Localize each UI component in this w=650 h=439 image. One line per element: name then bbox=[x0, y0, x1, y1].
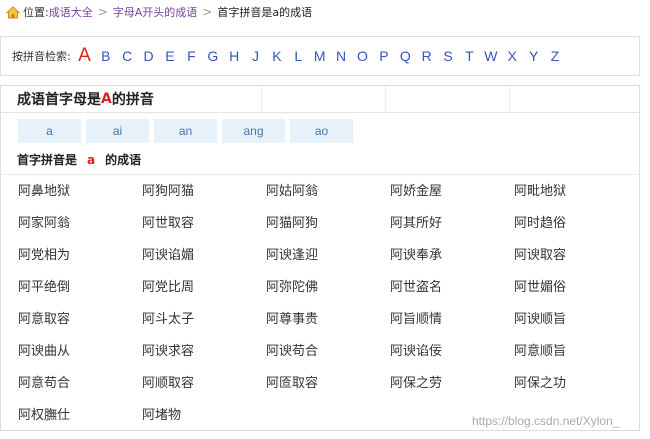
chevron-right-icon: > bbox=[97, 5, 108, 19]
letter-link-c[interactable]: C bbox=[117, 48, 138, 64]
breadcrumb-label: 位置: bbox=[23, 6, 49, 19]
letter-link-e[interactable]: E bbox=[159, 48, 180, 64]
letter-link-s[interactable]: S bbox=[437, 48, 458, 64]
panel-title-prefix: 成语首字母是 bbox=[17, 92, 101, 108]
idiom-link[interactable]: 阿世取容 bbox=[142, 215, 266, 247]
letter-link-t[interactable]: T bbox=[459, 48, 480, 64]
divider bbox=[1, 174, 639, 175]
idiom-link[interactable]: 阿猫阿狗 bbox=[266, 215, 390, 247]
title-divider bbox=[385, 86, 386, 112]
idiom-link[interactable]: 阿权膴仕 bbox=[18, 407, 142, 439]
letter-bar-label: 按拼音检索: bbox=[12, 50, 71, 63]
idiom-link[interactable]: 阿世盗名 bbox=[390, 279, 514, 311]
letter-link-z[interactable]: Z bbox=[544, 48, 565, 64]
idiom-link[interactable]: 阿顺取容 bbox=[142, 375, 266, 407]
breadcrumb-home-link[interactable]: 成语大全 bbox=[49, 4, 93, 20]
idiom-link[interactable]: 阿时趋俗 bbox=[514, 215, 624, 247]
breadcrumb-current: 首字拼音是a的成语 bbox=[217, 6, 313, 19]
letter-link-x[interactable]: X bbox=[502, 48, 523, 64]
breadcrumb: 位置: 成语大全 > 字母A开头的成语 > 首字拼音是a的成语 bbox=[6, 3, 312, 21]
section-heading-pinyin: a bbox=[87, 152, 96, 167]
idiom-link[interactable]: 阿狗阿猫 bbox=[142, 183, 266, 215]
idiom-link[interactable]: 阿谀苟合 bbox=[266, 343, 390, 375]
letter-link-a[interactable]: A bbox=[74, 45, 95, 67]
pinyin-tab-ao[interactable]: ao bbox=[290, 119, 353, 143]
panel-title: 成语首字母是 A 的拼音 bbox=[1, 86, 639, 113]
pinyin-tab-ai[interactable]: ai bbox=[86, 119, 149, 143]
idiom-link[interactable]: 阿保之劳 bbox=[390, 375, 514, 407]
breadcrumb-parent-link[interactable]: 字母A开头的成语 bbox=[113, 4, 198, 20]
letter-link-g[interactable]: G bbox=[202, 48, 223, 64]
idiom-link[interactable]: 阿娇金屋 bbox=[390, 183, 514, 215]
letter-link-d[interactable]: D bbox=[138, 48, 159, 64]
idiom-link[interactable]: 阿家阿翁 bbox=[18, 215, 142, 247]
section-heading-suffix: 的成语 bbox=[105, 153, 142, 167]
letter-link-n[interactable]: N bbox=[330, 48, 351, 64]
pinyin-tab-ang[interactable]: ang bbox=[222, 119, 285, 143]
letter-list: ABCDEFGHJKLMNOPQRSTWXYZ bbox=[74, 45, 566, 67]
idiom-panel: 成语首字母是 A 的拼音 a ai an ang ao 首字拼音是 a 的成语 阿鼻地狱 阿狗阿猫… bbox=[0, 85, 640, 431]
idiom-link[interactable]: 阿旨顺情 bbox=[390, 311, 514, 343]
idiom-link[interactable]: 阿弥陀佛 bbox=[266, 279, 390, 311]
letter-link-o[interactable]: O bbox=[352, 48, 373, 64]
idiom-grid: 阿鼻地狱 阿狗阿猫 阿姑阿翁 阿娇金屋 阿毗地狱阿家阿翁 阿世取容 阿猫阿狗 阿其所好 阿时趋俗… bbox=[18, 183, 624, 439]
idiom-link[interactable]: 阿谀取容 bbox=[514, 247, 624, 279]
idiom-link[interactable]: 阿谀求容 bbox=[142, 343, 266, 375]
letter-link-m[interactable]: M bbox=[309, 48, 330, 64]
letter-link-b[interactable]: B bbox=[95, 48, 116, 64]
idiom-link[interactable]: 阿谀奉承 bbox=[390, 247, 514, 279]
idiom-link[interactable]: 阿意苟合 bbox=[18, 375, 142, 407]
letter-link-h[interactable]: H bbox=[223, 48, 244, 64]
letter-link-q[interactable]: Q bbox=[395, 48, 416, 64]
letter-link-p[interactable]: P bbox=[373, 48, 394, 64]
letter-link-y[interactable]: Y bbox=[523, 48, 544, 64]
idiom-link[interactable]: 阿毗地狱 bbox=[514, 183, 624, 215]
idiom-link[interactable]: 阿谀顺旨 bbox=[514, 311, 624, 343]
idiom-link[interactable]: 阿世媚俗 bbox=[514, 279, 624, 311]
pinyin-letter-bar: 按拼音检索: ABCDEFGHJKLMNOPQRSTWXYZ bbox=[0, 36, 640, 76]
pinyin-tabs: a ai an ang ao bbox=[18, 119, 358, 143]
watermark: https://blog.csdn.net/Xylon_ bbox=[472, 414, 620, 428]
pinyin-tab-a[interactable]: a bbox=[18, 119, 81, 143]
letter-link-j[interactable]: J bbox=[245, 48, 266, 64]
chevron-right-icon: > bbox=[202, 5, 213, 19]
letter-link-l[interactable]: L bbox=[288, 48, 309, 64]
idiom-link[interactable]: 阿意取容 bbox=[18, 311, 142, 343]
letter-link-k[interactable]: K bbox=[266, 48, 287, 64]
panel-title-suffix: 的拼音 bbox=[111, 92, 154, 108]
idiom-link[interactable]: 阿谀曲从 bbox=[18, 343, 142, 375]
home-icon bbox=[6, 5, 20, 18]
idiom-link[interactable]: 阿谀谄媚 bbox=[142, 247, 266, 279]
idiom-link[interactable]: 阿党比周 bbox=[142, 279, 266, 311]
idiom-link[interactable]: 阿斗太子 bbox=[142, 311, 266, 343]
letter-link-f[interactable]: F bbox=[181, 48, 202, 64]
idiom-link[interactable]: 阿党相为 bbox=[18, 247, 142, 279]
idiom-link[interactable]: 阿谀谄佞 bbox=[390, 343, 514, 375]
idiom-link[interactable]: 阿谀逢迎 bbox=[266, 247, 390, 279]
idiom-link[interactable]: 阿平绝倒 bbox=[18, 279, 142, 311]
idiom-link[interactable]: 阿鼻地狱 bbox=[18, 183, 142, 215]
title-divider bbox=[261, 86, 262, 112]
idiom-link[interactable]: 阿姑阿翁 bbox=[266, 183, 390, 215]
letter-link-r[interactable]: R bbox=[416, 48, 437, 64]
panel-title-letter: A bbox=[101, 91, 112, 107]
pinyin-tab-an[interactable]: an bbox=[154, 119, 217, 143]
title-divider bbox=[509, 86, 510, 112]
idiom-link[interactable]: 阿其所好 bbox=[390, 215, 514, 247]
section-heading-prefix: 首字拼音是 bbox=[17, 153, 78, 167]
section-heading: 首字拼音是 a 的成语 bbox=[17, 151, 141, 168]
idiom-link[interactable]: 阿保之功 bbox=[514, 375, 624, 407]
idiom-link[interactable]: 阿意顺旨 bbox=[514, 343, 624, 375]
idiom-link[interactable]: 阿匼取容 bbox=[266, 375, 390, 407]
idiom-link[interactable]: 阿堵物 bbox=[142, 407, 266, 439]
idiom-link[interactable]: 阿尊事贵 bbox=[266, 311, 390, 343]
letter-link-w[interactable]: W bbox=[480, 48, 501, 64]
